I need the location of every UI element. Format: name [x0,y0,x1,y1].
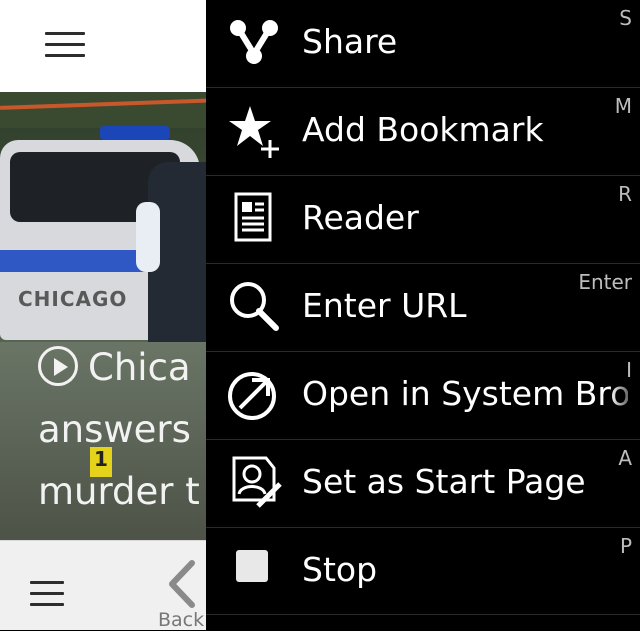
menu-item-label: Stop [302,550,378,589]
headline-caption[interactable]: Chica answers murder t [38,337,206,523]
menu-item-enter-url[interactable]: Enter URL Enter [206,264,640,352]
menu-item-stop[interactable]: Stop P [206,528,640,615]
overflow-menu-icon[interactable] [30,579,64,609]
headline-line-1: Chica [88,346,191,389]
play-icon[interactable] [38,346,78,386]
menu-item-share[interactable]: Share S [206,0,640,88]
shortcut-key: S [619,6,632,30]
headline-line-2: answers [38,408,191,451]
menu-next-item-edge [206,614,640,631]
action-menu: Share S Add Bookmark M Reader R Enter UR… [206,0,640,630]
menu-hamburger-icon[interactable] [45,30,85,60]
share-icon [230,20,278,64]
headline-line-3: murder t [38,470,200,513]
chevron-left-icon [169,560,195,608]
back-label: Back [158,609,205,630]
set-start-page-icon [232,456,282,508]
stop-icon [236,550,268,582]
bottom-bar: Back [0,540,206,630]
shortcut-key: R [618,182,632,206]
search-icon [230,282,279,331]
menu-item-label: Open in System Browser [302,374,628,413]
open-external-icon [228,372,276,420]
menu-item-label: Add Bookmark [302,110,544,149]
car-sign: CHICAGO [18,287,128,311]
shortcut-key: Enter [578,270,632,294]
add-bookmark-icon [229,106,279,158]
label-fade [610,372,640,416]
shortcut-key: A [618,446,632,470]
back-button[interactable]: Back [150,551,206,630]
menu-item-label: Share [302,22,398,61]
shortcut-key: M [614,94,632,118]
shortcut-key: P [619,534,632,558]
menu-item-label: Set as Start Page [302,462,586,501]
top-bar [0,0,206,92]
menu-item-reader[interactable]: Reader R [206,176,640,264]
menu-item-label: Reader [302,198,419,237]
news-hero-image[interactable]: CHICAGO 1 Chica answers murder t [0,92,206,540]
reader-icon [234,192,272,242]
browser-pane: CHICAGO 1 Chica answers murder t Back [0,0,206,630]
shortcut-key: I [626,358,632,382]
menu-item-set-start-page[interactable]: Set as Start Page A [206,440,640,528]
menu-item-open-system-browser[interactable]: Open in System Browser I [206,352,640,440]
menu-item-add-bookmark[interactable]: Add Bookmark M [206,88,640,176]
